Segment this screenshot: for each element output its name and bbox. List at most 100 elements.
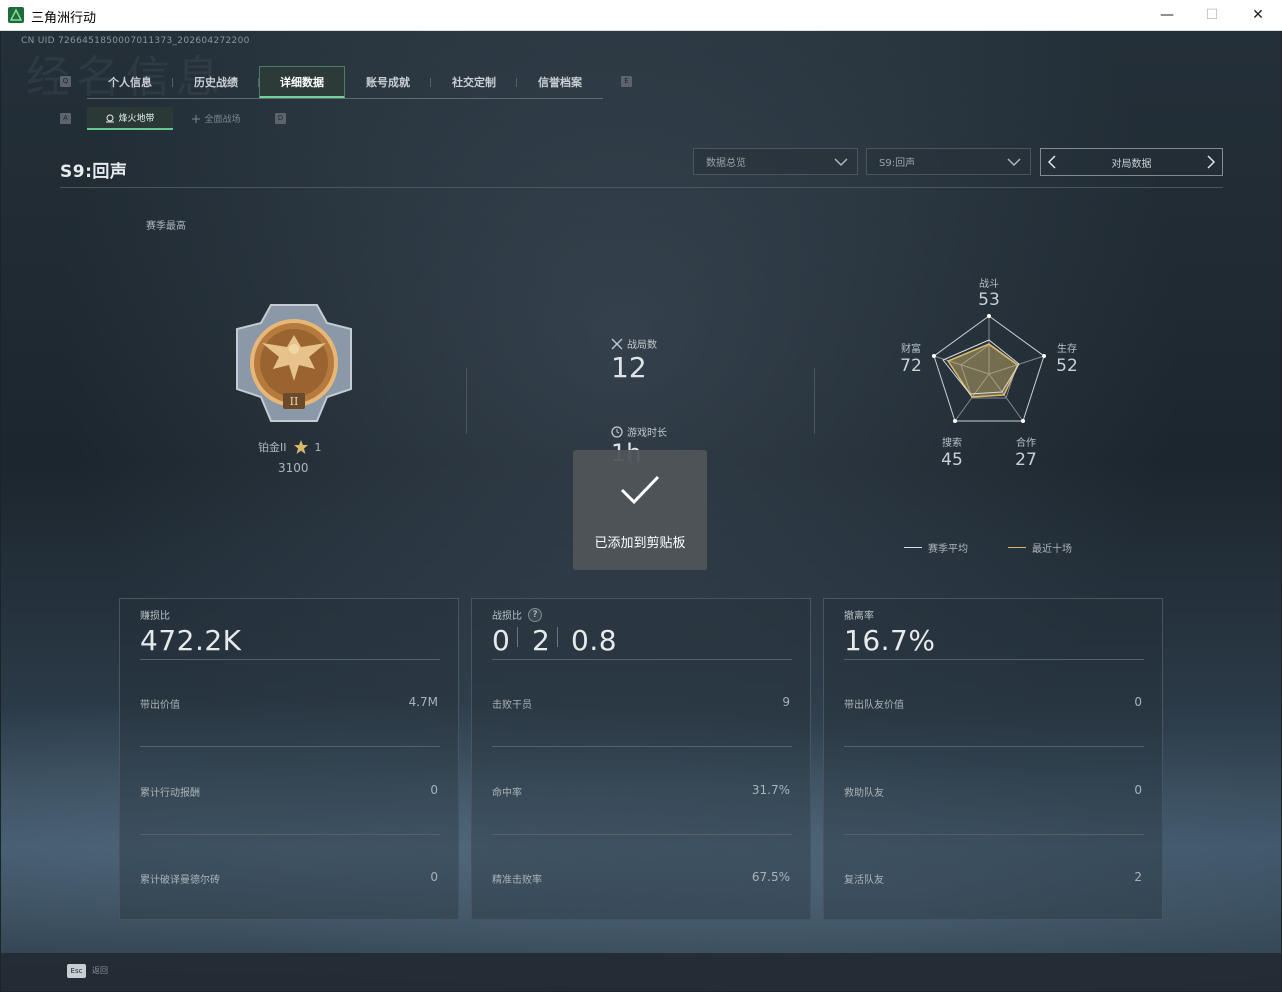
tab-reputation[interactable]: 信誉档案 [517,66,603,98]
clock-icon [611,425,623,438]
stat-label: 累计行动报酬 [140,788,200,799]
kd-ratio-value: 0.8 [571,624,618,657]
tab-label: 详细数据 [280,75,324,89]
card-divider [140,746,440,747]
tab-label: 信誉档案 [538,76,582,89]
playtime-label: 游戏时长 [627,428,667,439]
help-icon[interactable]: ? [528,607,542,622]
card-label: 赚损比 [140,611,170,622]
season-dropdown[interactable]: S9:回声 [866,148,1031,175]
card-divider [492,746,792,747]
hazard-zone-icon [106,114,115,122]
radar-value-survival: 52 [1056,356,1078,376]
pager-label[interactable]: 对局数据 [1112,155,1152,170]
tab-label: 历史战绩 [194,76,238,89]
stat-value: 67.5% [751,870,790,884]
stat-label: 精准击败率 [492,875,542,886]
main-tabs: 个人信息 历史战绩 详细数据 账号成就 社交定制 信誉档案 [87,66,603,99]
rank-score: 3100 [278,461,309,475]
stat-value: 0 [1134,783,1142,797]
stat-label: 复活队友 [844,875,884,886]
close-button[interactable]: ✕ [1235,0,1281,30]
season-title: S9:回声 [60,162,128,182]
chevron-left-icon[interactable] [1047,155,1057,169]
legend-label: 最近十场 [1032,544,1072,555]
kd-kills: 0 [492,624,511,657]
kd-ratio-card: 战损比 ? 0 2 0.8 击败干员 9 命中率 31.7% 精准击败率 67.… [471,598,811,920]
profit-ratio-card: 赚损比 472.2K 带出价值 4.7M 累计行动报酬 0 累计破译曼德尔砖 0 [119,598,459,920]
subtab-label: 烽火地带 [118,114,155,124]
radar-label-combat: 战斗 [979,279,999,290]
stat-value: 9 [782,695,790,709]
radar-label-teamwork: 合作 [1016,438,1036,449]
card-divider [844,746,1144,747]
stat-value: 0 [430,870,438,884]
subtab-label: 全面战场 [204,115,241,125]
minimize-button[interactable]: — [1144,0,1190,30]
section-divider [814,368,815,434]
playtime-label-row: 游戏时长 [611,424,667,439]
extraction-rate-card: 撤离率 16.7% 带出队友价值 0 救助队友 0 复活队友 2 [823,598,1163,920]
esc-key-hint[interactable]: Esc [67,964,86,978]
season-best-label: 赛季最高 [146,221,186,232]
battles-label-row: 战局数 [611,336,657,351]
tab-next-key-hint: E [621,76,632,87]
mode-subtabs: 烽火地带 全面战场 [87,107,259,130]
window-title: 三角洲行动 [31,11,97,26]
dropdown-value: 数据总览 [706,158,746,169]
stat-label: 救助队友 [844,788,884,799]
bottom-bar: Esc 返回 [1,953,1281,991]
maximize-button[interactable]: ☐ [1189,0,1235,30]
radar-label-survival: 生存 [1057,344,1077,355]
card-label: 战损比 [492,611,522,622]
radar-value-wealth: 72 [900,356,922,376]
kd-deaths: 2 [532,624,551,657]
card-label: 撤离率 [844,611,874,622]
stat-value: 0 [1134,695,1142,709]
legend-line [904,547,922,548]
tab-social[interactable]: 社交定制 [431,66,517,98]
legend-recent-ten: 最近十场 [1008,540,1072,555]
chevron-right-icon[interactable] [1206,155,1216,169]
tab-achievements[interactable]: 账号成就 [345,66,431,98]
data-type-dropdown[interactable]: 数据总览 [693,148,858,175]
card-divider [140,659,440,660]
subtab-hazard-zone[interactable]: 烽火地带 [87,107,173,130]
player-uid[interactable]: CN UID 7266451850007011373_202604272200 [21,36,250,46]
window-titlebar: 三角洲行动 — ☐ ✕ [0,0,1282,31]
crossed-swords-icon [611,338,623,349]
card-divider [844,659,1144,660]
tab-label: 账号成就 [366,76,410,89]
header-divider [60,187,1223,188]
tab-label: 社交定制 [452,76,496,89]
rank-numeral: II [290,395,299,408]
subtab-full-battlefield[interactable]: 全面战场 [173,107,259,130]
radar-label-wealth: 财富 [901,344,921,355]
tab-prev-key-hint: Q [60,76,71,87]
legend-line [1008,547,1026,548]
profit-ratio-value: 472.2K [140,624,242,657]
stat-value: 4.7M [408,695,438,709]
radar-label-search: 搜索 [942,438,962,449]
app-logo-icon [8,7,24,23]
game-window: 经名信息 CN UID 7266451850007011373_20260427… [1,31,1281,991]
card-label-row: 战损比 ? [492,607,542,622]
stat-label: 命中率 [492,788,522,799]
tab-detailed-data[interactable]: 详细数据 [259,66,345,98]
radar-value-teamwork: 27 [1015,450,1037,470]
radar-recent-shape [946,343,1019,398]
kd-separator [517,627,518,647]
stat-value: 31.7% [751,783,790,797]
legend-season-average: 赛季平均 [904,540,968,555]
stat-label: 累计破译曼德尔砖 [140,875,220,886]
tab-history[interactable]: 历史战绩 [173,66,259,98]
tab-personal-info[interactable]: 个人信息 [87,66,173,98]
chevron-down-icon [834,158,848,167]
toast-text: 已添加到剪贴板 [594,536,686,551]
rank-badge-icon: II [236,304,352,422]
back-label[interactable]: 返回 [92,965,108,976]
checkmark-icon [620,475,660,505]
stat-value: 2 [1134,870,1142,884]
subtab-next-key-hint: D [275,113,286,124]
card-divider [492,834,792,835]
